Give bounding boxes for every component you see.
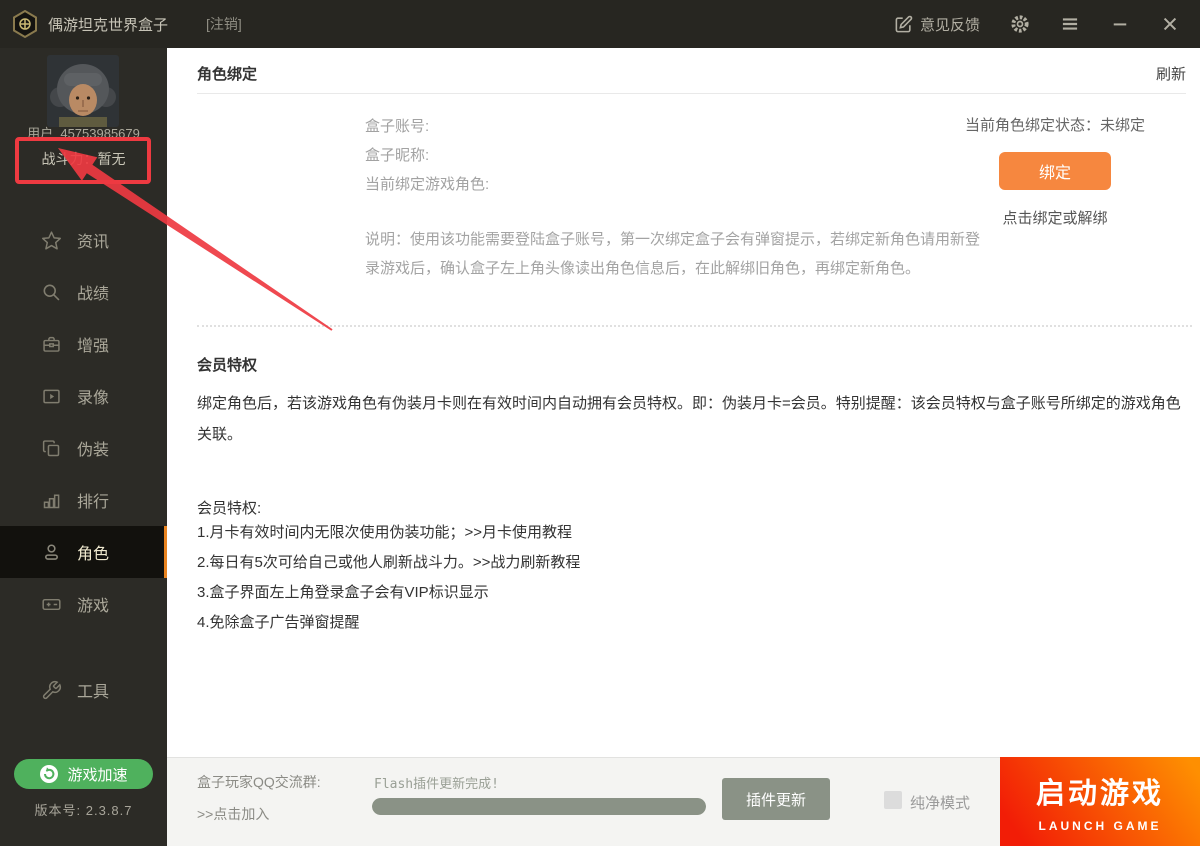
launch-game-button[interactable]: 启动游戏 LAUNCH GAME xyxy=(1000,757,1200,846)
box-nickname-label: 盒子昵称: xyxy=(365,141,489,170)
sidebar-item-tools[interactable]: 工具 xyxy=(0,664,167,716)
feedback-button[interactable]: 意见反馈 xyxy=(894,14,980,35)
flash-status-text: Flash插件更新完成! xyxy=(374,773,499,792)
pure-mode-checkbox[interactable] xyxy=(884,791,902,809)
sidebar-item-news[interactable]: 资讯 xyxy=(0,214,167,266)
wrench-icon xyxy=(40,679,62,701)
membership-item: 2.每日有5次可给自己或他人刷新战斗力。>>战力刷新教程 xyxy=(197,548,1189,578)
speed-circle-icon xyxy=(39,764,59,784)
close-button[interactable] xyxy=(1160,14,1180,34)
bind-hint: 点击绑定或解绑 xyxy=(955,207,1155,228)
pure-mode-label: 纯净模式 xyxy=(910,792,970,813)
app-title: 偶游坦克世界盒子 xyxy=(48,14,168,35)
launch-game-title: 启动游戏 xyxy=(1036,770,1164,812)
membership-item: 3.盒子界面左上角登录盒子会有VIP标识显示 xyxy=(197,578,1189,608)
combat-power-label: 战斗力：暂无 xyxy=(0,149,167,169)
gamepad-icon xyxy=(40,593,62,615)
hamburger-icon xyxy=(1060,14,1080,34)
star-icon xyxy=(40,229,62,251)
qq-join-link[interactable]: >>点击加入 xyxy=(197,804,269,824)
membership-list: 1.月卡有效时间内无限次使用伪装功能；>>月卡使用教程 2.每日有5次可给自己或… xyxy=(197,518,1189,638)
sidebar-item-character[interactable]: 角色 xyxy=(0,526,167,578)
membership-section: 会员特权 绑定角色后，若该游戏角色有伪装月卡则在有效时间内自动拥有会员特权。即：… xyxy=(197,354,1189,638)
plugin-update-button[interactable]: 插件更新 xyxy=(722,778,830,820)
bind-button[interactable]: 绑定 xyxy=(999,152,1111,190)
page-title: 角色绑定 xyxy=(197,63,257,84)
plugin-progress-bar xyxy=(372,798,706,815)
game-boost-button[interactable]: 游戏加速 xyxy=(14,759,153,789)
panel-header: 角色绑定 刷新 xyxy=(197,54,1186,94)
close-icon xyxy=(1160,14,1180,34)
sidebar-item-battle-record[interactable]: 战绩 xyxy=(0,266,167,318)
membership-item: 1.月卡有效时间内无限次使用伪装功能；>>月卡使用教程 xyxy=(197,518,1189,548)
bar-chart-icon xyxy=(40,489,62,511)
qq-group-label: 盒子玩家QQ交流群: xyxy=(197,772,321,792)
membership-title: 会员特权 xyxy=(197,354,1189,375)
copy-layers-icon xyxy=(40,437,62,459)
app-logo-icon xyxy=(12,10,38,43)
sidebar-item-camouflage[interactable]: 伪装 xyxy=(0,422,167,474)
titlebar: 偶游坦克世界盒子 [注销] 意见反馈 xyxy=(0,0,1200,48)
feedback-label: 意见反馈 xyxy=(920,14,980,35)
bind-status-text: 当前角色绑定状态：未绑定 xyxy=(955,114,1155,135)
toolbox-icon xyxy=(40,333,62,355)
bound-character-label: 当前绑定游戏角色: xyxy=(365,170,489,199)
dotted-divider xyxy=(197,325,1192,327)
plugin-progress-fill xyxy=(372,798,706,815)
avatar[interactable] xyxy=(47,55,119,127)
menu-button[interactable] xyxy=(1060,14,1080,34)
person-icon xyxy=(40,541,62,563)
monthly-card-tutorial-link[interactable]: >>月卡使用教程 xyxy=(465,524,573,541)
settings-button[interactable] xyxy=(1010,14,1030,34)
video-icon xyxy=(40,385,62,407)
membership-list-title: 会员特权: xyxy=(197,497,1189,518)
sidebar: 用户_45753985679 战斗力：暂无 资讯 战绩 xyxy=(0,48,167,846)
sidebar-username: 用户_45753985679 xyxy=(0,123,167,142)
launch-game-subtitle: LAUNCH GAME xyxy=(1039,819,1162,833)
membership-intro: 绑定角色后，若该游戏角色有伪装月卡则在有效时间内自动拥有会员特权。即：伪装月卡=… xyxy=(197,388,1189,450)
minimize-icon xyxy=(1110,14,1130,34)
minimize-button[interactable] xyxy=(1110,14,1130,34)
sidebar-item-game[interactable]: 游戏 xyxy=(0,578,167,630)
sidebar-menu: 资讯 战绩 增强 xyxy=(0,214,167,716)
edit-feedback-icon xyxy=(894,15,913,34)
box-account-label: 盒子账号: xyxy=(365,112,489,141)
gear-icon xyxy=(1010,14,1030,34)
main-content: 角色绑定 刷新 盒子账号: 盒子昵称: 当前绑定游戏角色: 当前角色绑定状态：未… xyxy=(167,48,1200,757)
bind-fields: 盒子账号: 盒子昵称: 当前绑定游戏角色: xyxy=(365,112,489,199)
membership-item: 4.免除盒子广告弹窗提醒 xyxy=(197,608,1189,638)
refresh-button[interactable]: 刷新 xyxy=(1156,63,1186,84)
version-label: 版本号: 2.3.8.7 xyxy=(0,800,167,819)
search-icon xyxy=(40,281,62,303)
logout-button[interactable]: [注销] xyxy=(206,14,242,34)
bind-status-block: 当前角色绑定状态：未绑定 绑定 点击绑定或解绑 xyxy=(955,114,1155,228)
bind-note: 说明：使用该功能需要登陆盒子账号，第一次绑定盒子会有弹窗提示，若绑定新角色请用新… xyxy=(365,225,983,283)
sidebar-item-replays[interactable]: 录像 xyxy=(0,370,167,422)
sidebar-item-ranking[interactable]: 排行 xyxy=(0,474,167,526)
power-refresh-tutorial-link[interactable]: >>战力刷新教程 xyxy=(473,554,581,571)
sidebar-item-enhance[interactable]: 增强 xyxy=(0,318,167,370)
